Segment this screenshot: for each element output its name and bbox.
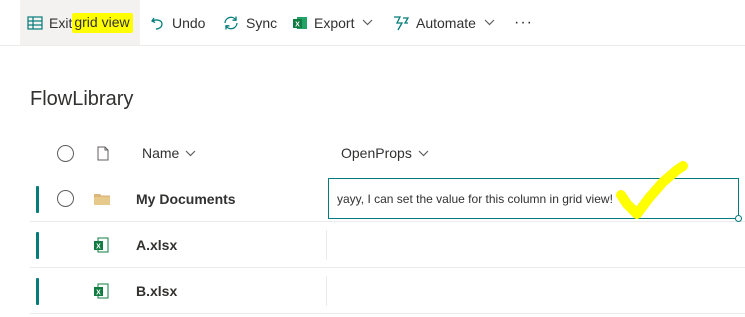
row-checkbox[interactable]	[57, 176, 74, 221]
row-name[interactable]: A.xlsx	[136, 222, 177, 267]
checkmark-annotation-icon	[615, 160, 690, 230]
undo-button[interactable]: Undo	[150, 0, 205, 45]
chevron-down-icon	[418, 150, 429, 157]
column-divider	[326, 230, 327, 260]
export-label: Export	[314, 14, 355, 31]
cell-resize-handle[interactable]	[735, 215, 742, 222]
page-title: FlowLibrary	[30, 88, 134, 110]
row-indicator	[36, 278, 39, 305]
grid-icon	[27, 15, 43, 31]
excel-icon: X	[292, 15, 308, 31]
openprops-cell-value: yayy, I can set the value for this colum…	[337, 191, 613, 206]
excel-file-icon: X	[93, 268, 109, 313]
export-button[interactable]: X Export	[292, 0, 373, 45]
sync-button[interactable]: Sync	[222, 0, 277, 45]
svg-text:X: X	[96, 289, 101, 296]
row-name[interactable]: B.xlsx	[136, 268, 177, 313]
file-type-icon[interactable]	[97, 130, 109, 176]
automate-label: Automate	[416, 14, 476, 31]
sync-icon	[222, 15, 240, 31]
column-header-openprops[interactable]: OpenProps	[341, 130, 429, 176]
column-divider	[326, 276, 327, 306]
chevron-down-icon	[362, 19, 373, 26]
row-indicator	[36, 232, 39, 259]
row-indicator	[36, 186, 39, 213]
sync-label: Sync	[246, 14, 278, 31]
chevron-down-icon	[185, 150, 196, 157]
svg-text:X: X	[295, 21, 300, 28]
automate-button[interactable]: Automate	[392, 0, 495, 45]
column-header-name-label: Name	[142, 145, 180, 161]
svg-text:X: X	[96, 243, 101, 250]
chevron-down-icon	[484, 19, 495, 26]
column-header-openprops-label: OpenProps	[341, 145, 412, 161]
column-header-name[interactable]: Name	[142, 130, 196, 176]
table-row[interactable]: X B.xlsx	[30, 268, 745, 314]
more-button[interactable]: ···	[514, 0, 533, 45]
exit-label: Exit	[49, 14, 73, 31]
undo-label: Undo	[172, 14, 206, 31]
select-all-checkbox[interactable]	[57, 130, 74, 176]
circle-icon	[57, 190, 74, 207]
circle-icon	[57, 144, 74, 162]
row-name[interactable]: My Documents	[136, 176, 236, 221]
grid-view-highlight: grid view	[72, 12, 133, 33]
flow-icon	[392, 15, 410, 31]
command-bar: Exit grid view Undo Sync X Export Automa…	[0, 0, 745, 46]
excel-file-icon: X	[93, 222, 109, 267]
more-icon: ···	[514, 13, 533, 31]
exit-grid-view-button[interactable]: Exit grid view	[20, 0, 140, 45]
undo-icon	[150, 15, 166, 31]
folder-icon	[93, 176, 111, 221]
